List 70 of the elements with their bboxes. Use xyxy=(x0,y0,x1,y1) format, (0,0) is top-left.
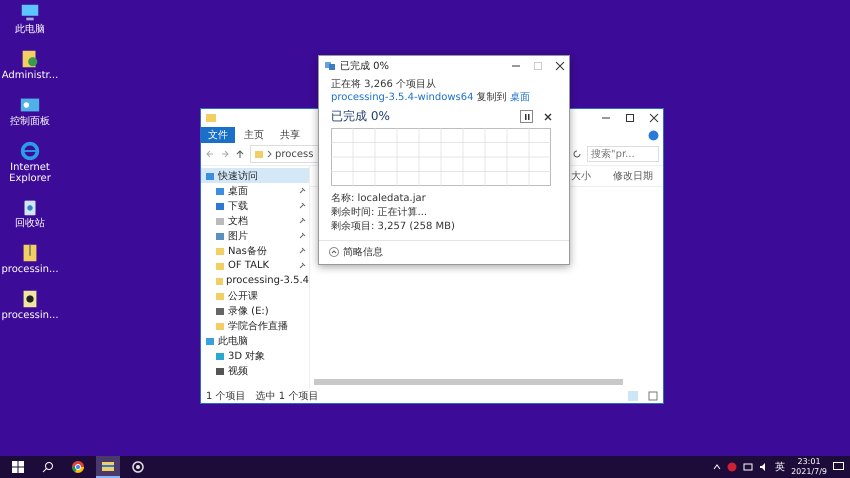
nav-item[interactable]: 录像 (E:) xyxy=(201,303,309,318)
nav-item[interactable]: OF TALK xyxy=(201,258,309,273)
nav-item[interactable]: processing-3.5.4 xyxy=(201,273,309,288)
nav-item[interactable]: 桌面 xyxy=(201,183,309,198)
ring-icon xyxy=(132,461,144,473)
nav-item[interactable]: 学院合作直播 xyxy=(201,318,309,333)
folder-link[interactable]: processing-3.5.4-windows64 xyxy=(331,92,474,103)
pin-icon xyxy=(299,202,306,209)
ribbon-tab[interactable]: 主页 xyxy=(237,127,271,143)
nav-item[interactable]: Nas备份 xyxy=(201,243,309,258)
windows-icon xyxy=(12,461,24,473)
nav-item[interactable]: 图片 xyxy=(201,228,309,243)
status-text: 1 个项目 xyxy=(206,390,246,402)
tiles-view-icon[interactable] xyxy=(648,390,658,400)
notification-icon[interactable] xyxy=(833,462,844,472)
desktop-icon-label: Administr... xyxy=(2,70,58,81)
detail-text: 名称: localedata.jar xyxy=(331,192,427,206)
nav-item[interactable]: 文档 xyxy=(201,213,309,228)
browser-icon[interactable] xyxy=(19,140,41,162)
folder-link[interactable]: 桌面 xyxy=(510,92,530,103)
nav-item[interactable]: 快速访问 xyxy=(201,168,309,183)
ribbon-tab[interactable]: 共享 xyxy=(273,127,307,143)
network-icon[interactable] xyxy=(743,462,754,472)
desktop-icon-label: 控制面板 xyxy=(10,116,50,127)
pause-button[interactable] xyxy=(520,110,533,123)
status-text: 选中 1 个项目 xyxy=(256,390,318,402)
nav-item[interactable]: 下载 xyxy=(201,198,309,213)
pause-icon xyxy=(522,112,530,120)
nav-item[interactable]: 此电脑 xyxy=(201,333,309,348)
scrollbar[interactable] xyxy=(314,379,623,385)
desktop-icon-label: processin... xyxy=(1,264,59,275)
copy-icon xyxy=(324,61,336,71)
close-icon xyxy=(649,113,659,123)
pin-icon xyxy=(299,232,306,239)
maximize-icon xyxy=(625,113,635,123)
desktop-icon-label: Internet Explorer xyxy=(8,162,52,184)
pin-icon xyxy=(299,247,306,254)
close-icon xyxy=(544,112,552,120)
nav-item[interactable]: 公开课 xyxy=(201,288,309,303)
detail-text: 剩余项目: 3,257 (258 MB) xyxy=(331,220,456,234)
pin-icon xyxy=(299,217,306,224)
input-method-indicator[interactable]: 英 xyxy=(775,460,786,474)
taskbar-app-button[interactable] xyxy=(96,456,120,478)
chevron-up-icon[interactable] xyxy=(713,463,722,471)
chevron-up-icon xyxy=(329,247,339,257)
up-icon[interactable] xyxy=(235,149,245,159)
dialog-title: 已完成 0% xyxy=(340,60,390,73)
search-icon xyxy=(42,461,54,473)
desktop-icon-label: processin... xyxy=(1,310,59,321)
pin-icon xyxy=(299,262,306,269)
close-icon xyxy=(555,61,565,71)
column-header[interactable]: 修改日期 xyxy=(613,169,653,183)
search-field[interactable]: 搜索"pr... xyxy=(587,146,659,162)
maximize-icon xyxy=(533,61,543,71)
ribbon-tab[interactable]: 文件 xyxy=(201,127,235,143)
column-header[interactable]: 大小 xyxy=(571,169,591,183)
nav-item[interactable]: 3D 对象 xyxy=(201,348,309,363)
refresh-icon[interactable] xyxy=(572,149,582,159)
desktop-icon-label: 回收站 xyxy=(15,218,45,229)
detail-text: 剩余时间: 正在计算... xyxy=(331,206,428,220)
clock[interactable]: 23:01 2021/7/9 xyxy=(791,457,827,477)
pin-icon xyxy=(299,187,306,194)
less-details-button[interactable]: 简略信息 xyxy=(329,245,383,259)
desktop-icon-label: 此电脑 xyxy=(15,24,45,35)
progress-heading: 已完成 0% xyxy=(331,108,390,125)
chevron-right-icon xyxy=(267,150,272,158)
tray-app-icon[interactable] xyxy=(727,462,738,472)
nav-item[interactable]: 视频 xyxy=(201,363,309,378)
copy-message: 正在将 3,266 个项目从 processing-3.5.4-windows64 复制到 桌面 xyxy=(331,78,531,104)
browser-icon xyxy=(72,461,84,473)
